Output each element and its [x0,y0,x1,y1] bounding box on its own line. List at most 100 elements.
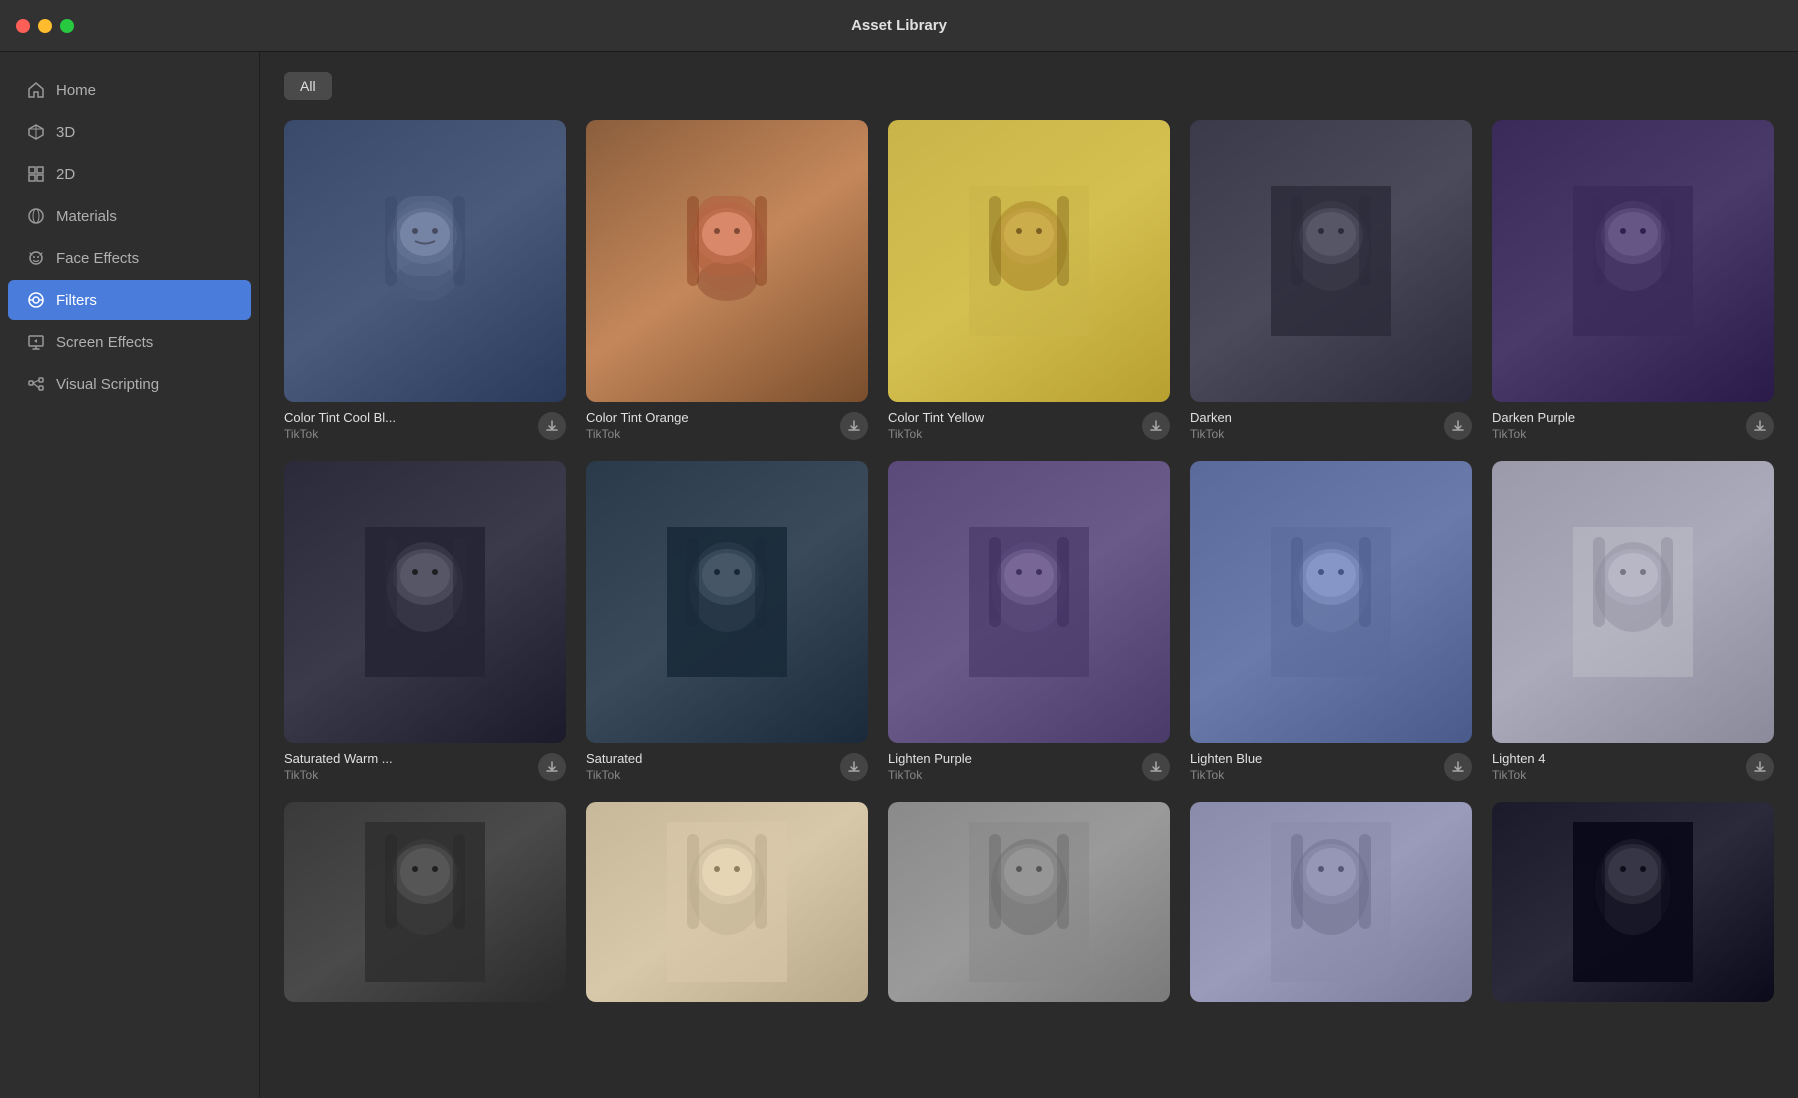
download-button-4[interactable] [1444,412,1472,440]
maximize-button[interactable] [60,19,74,33]
visual-scripting-icon [26,374,46,394]
asset-name-4: Darken [1190,410,1436,425]
asset-source-4: TikTok [1190,427,1436,441]
sidebar-item-home[interactable]: Home [8,70,251,110]
asset-name-10: Lighten 4 [1492,751,1738,766]
asset-card-6: Saturated Warm ... TikTok [284,461,566,782]
asset-thumb-5[interactable] [1492,120,1774,402]
asset-thumb-15[interactable] [1492,802,1774,1002]
sidebar: Home 3D 2D [0,52,260,1098]
asset-thumb-1[interactable] [284,120,566,402]
face-image-9 [1190,461,1472,743]
asset-source-2: TikTok [586,427,832,441]
asset-info-3: Color Tint Yellow TikTok [888,410,1170,441]
face-effects-icon [26,248,46,268]
asset-thumb-8[interactable] [888,461,1170,743]
sidebar-item-3d[interactable]: 3D [8,112,251,152]
asset-card-4: Darken TikTok [1190,120,1472,441]
asset-meta-10: Lighten 4 TikTok [1492,751,1738,782]
asset-thumb-14[interactable] [1190,802,1472,1002]
download-button-7[interactable] [840,753,868,781]
asset-card-11 [284,802,566,1010]
sidebar-item-2d[interactable]: 2D [8,154,251,194]
sidebar-label-3d: 3D [56,124,75,141]
asset-name-7: Saturated [586,751,832,766]
asset-info-7: Saturated TikTok [586,751,868,782]
sidebar-label-visual-scripting: Visual Scripting [56,376,159,393]
asset-card-15 [1492,802,1774,1010]
face-image-1 [284,120,566,402]
face-image-6 [284,461,566,743]
asset-thumb-12[interactable] [586,802,868,1002]
download-button-8[interactable] [1142,753,1170,781]
face-image-3 [888,120,1170,402]
asset-card-7: Saturated TikTok [586,461,868,782]
asset-meta-4: Darken TikTok [1190,410,1436,441]
sidebar-item-visual-scripting[interactable]: Visual Scripting [8,364,251,404]
asset-info-5: Darken Purple TikTok [1492,410,1774,441]
sidebar-label-2d: 2D [56,166,75,183]
asset-info-8: Lighten Purple TikTok [888,751,1170,782]
asset-name-2: Color Tint Orange [586,410,832,425]
asset-card-10: Lighten 4 TikTok [1492,461,1774,782]
asset-meta-8: Lighten Purple TikTok [888,751,1134,782]
asset-source-3: TikTok [888,427,1134,441]
asset-card-2: Color Tint Orange TikTok [586,120,868,441]
download-button-5[interactable] [1746,412,1774,440]
sidebar-item-screen-effects[interactable]: Screen Effects [8,322,251,362]
download-button-1[interactable] [538,412,566,440]
asset-source-1: TikTok [284,427,530,441]
asset-thumb-10[interactable] [1492,461,1774,743]
face-image-12 [586,802,868,1002]
asset-card-13 [888,802,1170,1010]
asset-source-6: TikTok [284,768,530,782]
window-title: Asset Library [851,17,947,34]
close-button[interactable] [16,19,30,33]
filter-all-button[interactable]: All [284,72,332,100]
asset-source-10: TikTok [1492,768,1738,782]
asset-thumb-11[interactable] [284,802,566,1002]
sidebar-item-face-effects[interactable]: Face Effects [8,238,251,278]
asset-meta-7: Saturated TikTok [586,751,832,782]
asset-meta-6: Saturated Warm ... TikTok [284,751,530,782]
asset-grid-row1: Color Tint Cool Bl... TikTok [284,120,1774,441]
materials-icon [26,206,46,226]
sidebar-item-filters[interactable]: Filters [8,280,251,320]
asset-card-5: Darken Purple TikTok [1492,120,1774,441]
download-button-6[interactable] [538,753,566,781]
asset-thumb-9[interactable] [1190,461,1472,743]
sidebar-label-materials: Materials [56,208,117,225]
asset-info-6: Saturated Warm ... TikTok [284,751,566,782]
asset-card-8: Lighten Purple TikTok [888,461,1170,782]
download-button-3[interactable] [1142,412,1170,440]
asset-meta-9: Lighten Blue TikTok [1190,751,1436,782]
filters-icon [26,290,46,310]
asset-meta-3: Color Tint Yellow TikTok [888,410,1134,441]
sidebar-label-screen-effects: Screen Effects [56,334,153,351]
asset-source-7: TikTok [586,768,832,782]
asset-info-9: Lighten Blue TikTok [1190,751,1472,782]
download-button-9[interactable] [1444,753,1472,781]
download-button-2[interactable] [840,412,868,440]
asset-name-6: Saturated Warm ... [284,751,530,766]
asset-card-14 [1190,802,1472,1010]
window-controls [16,19,74,33]
asset-thumb-4[interactable] [1190,120,1472,402]
asset-card-12 [586,802,868,1010]
asset-thumb-7[interactable] [586,461,868,743]
asset-thumb-6[interactable] [284,461,566,743]
minimize-button[interactable] [38,19,52,33]
face-image-13 [888,802,1170,1002]
home-icon [26,80,46,100]
screen-effects-icon [26,332,46,352]
face-image-5 [1492,120,1774,402]
asset-thumb-13[interactable] [888,802,1170,1002]
asset-meta-5: Darken Purple TikTok [1492,410,1738,441]
asset-thumb-3[interactable] [888,120,1170,402]
asset-thumb-2[interactable] [586,120,868,402]
download-button-10[interactable] [1746,753,1774,781]
asset-meta-2: Color Tint Orange TikTok [586,410,832,441]
sidebar-label-filters: Filters [56,292,97,309]
sidebar-item-materials[interactable]: Materials [8,196,251,236]
asset-meta-1: Color Tint Cool Bl... TikTok [284,410,530,441]
